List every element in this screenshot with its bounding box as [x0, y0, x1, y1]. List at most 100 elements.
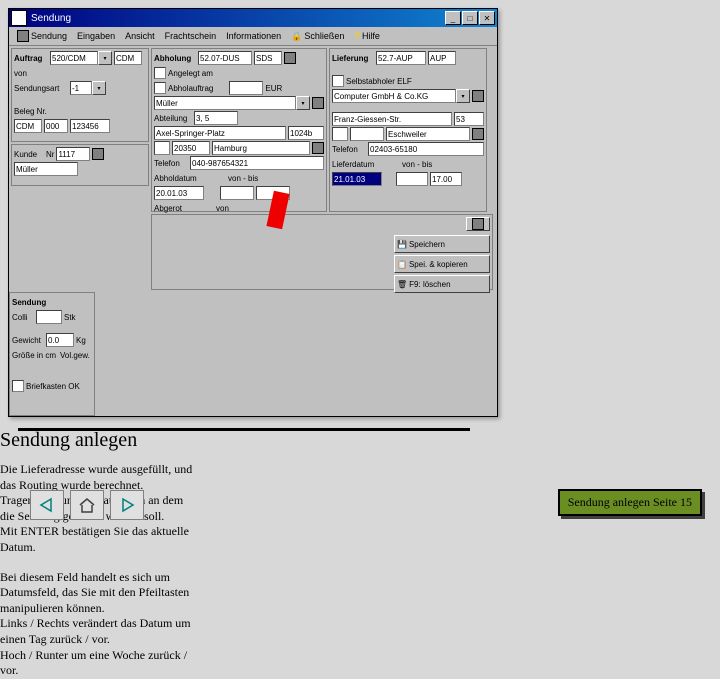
lief-von[interactable] [396, 172, 428, 186]
abh-ort[interactable]: Hamburg [212, 141, 310, 155]
selbst-label: Selbstabholer ELF [346, 77, 412, 86]
abholung-label: Abholung [154, 54, 196, 63]
doc-icon [17, 30, 29, 42]
selbst-check[interactable] [332, 75, 344, 87]
divider [18, 428, 470, 431]
page-indicator[interactable]: Sendung anlegen Seite 15 [558, 489, 702, 516]
app-icon [11, 10, 27, 26]
lief-tel-label: Telefon [332, 145, 366, 154]
copy-icon: 📋 [397, 260, 407, 269]
home-icon [77, 496, 97, 514]
abh-von[interactable] [220, 186, 254, 200]
stk-label: Stk [64, 313, 76, 322]
search-icon[interactable] [312, 142, 324, 154]
abh-code[interactable]: 52.07-DUS [198, 51, 252, 65]
search-icon[interactable] [284, 52, 296, 64]
auftrag-cdm[interactable]: CDM [114, 51, 142, 65]
lief-aup[interactable]: AUP [428, 51, 456, 65]
menu-eingaben[interactable]: Eingaben [73, 29, 119, 43]
gear-icon [472, 218, 484, 230]
close-button[interactable]: ✕ [479, 11, 495, 25]
delete-icon: 🗑 [397, 280, 407, 289]
search-icon[interactable] [312, 97, 324, 109]
dropdown-icon[interactable]: ▾ [92, 81, 106, 95]
util-button[interactable] [466, 217, 490, 231]
arrow-right-icon [117, 497, 137, 513]
speichern-button[interactable]: 💾Speichern [394, 235, 490, 253]
abt-input[interactable]: 3, 5 [194, 111, 238, 125]
abgerot-label: Abgerot [154, 204, 194, 213]
lief-land[interactable] [332, 127, 348, 141]
abh-sds[interactable]: SDS [254, 51, 282, 65]
angelegt-check[interactable] [154, 67, 166, 79]
dropdown-icon[interactable]: ▾ [296, 96, 310, 110]
sendung-label: Sendung [12, 298, 46, 307]
search-icon[interactable] [92, 148, 104, 160]
groesse-label: Größe in cm [12, 351, 56, 360]
abhdatum-input[interactable]: 20.01.03 [154, 186, 204, 200]
sendungsart-input[interactable]: -1 [70, 81, 92, 95]
lief-code[interactable]: 52.7-AUP [376, 51, 426, 65]
abh-tel[interactable]: 040-987654321 [190, 156, 324, 170]
lock-icon: 🔒 [291, 31, 302, 42]
auftrag-input[interactable]: 520/CDM [50, 51, 98, 65]
sendungsart-label: Sendungsart [14, 84, 68, 93]
menu-hilfe[interactable]: ?Hilfe [350, 29, 384, 43]
help-icon: ? [354, 31, 360, 41]
abh-hnr[interactable]: 1024b [288, 126, 324, 140]
abh-plz[interactable]: 20350 [172, 141, 210, 155]
lief-bis[interactable]: 17.00 [430, 172, 462, 186]
abholauftrag-check[interactable] [154, 82, 166, 94]
kunde-name[interactable]: Müller [14, 162, 78, 176]
colli-input[interactable] [36, 310, 62, 324]
loeschen-button[interactable]: 🗑F9: löschen [394, 275, 490, 293]
lief-name[interactable]: Computer GmbH & Co.KG [332, 89, 456, 103]
abt-label: Abteilung [154, 114, 192, 123]
help-title: Sendung anlegen [0, 429, 200, 452]
sendung-window: Sendung _ □ ✕ Sendung Eingaben Ansicht F… [8, 8, 498, 417]
window-title: Sendung [31, 13, 444, 24]
lief-tel[interactable]: 02403-65180 [368, 142, 484, 156]
lief-plz[interactable] [350, 127, 384, 141]
lief-hnr[interactable]: 53 [454, 112, 484, 126]
nav-forward-button[interactable] [110, 490, 144, 520]
kopieren-button[interactable]: 📋Spei. & kopieren [394, 255, 490, 273]
beleg-1[interactable]: CDM [14, 119, 42, 133]
menu-sendung[interactable]: Sendung [13, 29, 71, 43]
menu-frachtschein[interactable]: Frachtschein [161, 29, 221, 43]
nav-back-button[interactable] [30, 490, 64, 520]
beleg-2[interactable]: 000 [44, 119, 68, 133]
lief-street[interactable]: Franz-Giessen-Str. [332, 112, 452, 126]
menu-informationen[interactable]: Informationen [222, 29, 285, 43]
kg-label: Kg [76, 336, 86, 345]
lief-ort[interactable]: Eschweiler [386, 127, 470, 141]
eur-input[interactable] [229, 81, 263, 95]
maximize-button[interactable]: □ [462, 11, 478, 25]
dropdown-icon[interactable]: ▾ [456, 89, 470, 103]
titlebar[interactable]: Sendung _ □ ✕ [9, 9, 497, 27]
search-icon[interactable] [472, 128, 484, 140]
menu-schliessen[interactable]: 🔒Schließen [287, 29, 348, 43]
gewicht-input[interactable]: 0.0 [46, 333, 74, 347]
vonbis-label: von - bis [228, 174, 258, 183]
menubar: Sendung Eingaben Ansicht Frachtschein In… [9, 27, 497, 46]
dropdown-icon[interactable]: ▾ [98, 51, 112, 65]
beleg-3[interactable]: 123456 [70, 119, 110, 133]
lieferung-label: Lieferung [332, 54, 374, 63]
abh-name[interactable]: Müller [154, 96, 296, 110]
nav-home-button[interactable] [70, 490, 104, 520]
abh-street[interactable]: Axel-Springer-Platz [154, 126, 286, 140]
abholauftrag-label: Abholauftrag [168, 84, 213, 93]
angelegt-label: Angelegt am [168, 69, 213, 78]
help-p2: Bei diesem Feld handelt es sich um Datum… [0, 570, 200, 679]
briefkasten-check[interactable] [12, 380, 24, 392]
liefdatum-input[interactable]: 21.01.03 [332, 172, 382, 186]
search-icon[interactable] [472, 90, 484, 102]
von-label: von [14, 69, 34, 78]
abh-land[interactable] [154, 141, 170, 155]
tel-label: Telefon [154, 159, 188, 168]
minimize-button[interactable]: _ [445, 11, 461, 25]
volgew-label: Vol.gew. [60, 351, 90, 360]
menu-ansicht[interactable]: Ansicht [121, 29, 159, 43]
kunde-nr[interactable]: 1117 [56, 147, 90, 161]
